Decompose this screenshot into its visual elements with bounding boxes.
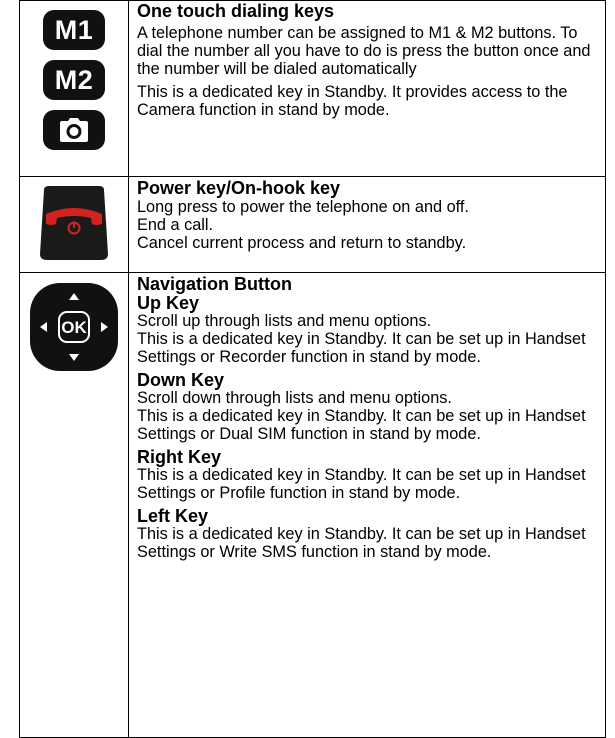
- ok-label: OK: [61, 318, 87, 337]
- section-title: One touch dialing keys: [137, 1, 335, 21]
- text-cell: Power key/On-hook key Long press to powe…: [128, 176, 606, 273]
- section-title: Power key/On-hook key: [137, 178, 341, 198]
- body-line: This is a dedicated key in Standby. It c…: [137, 525, 586, 561]
- body-line: Cancel current process and return to sta…: [137, 234, 467, 252]
- subsection-heading: Down Key: [137, 370, 225, 390]
- body-line: End a call.: [137, 216, 214, 234]
- row-power-key: Power key/On-hook key Long press to powe…: [19, 176, 606, 273]
- paragraph: This is a dedicated key in Standby. It p…: [137, 83, 568, 119]
- icon-cell: M1 M2: [19, 0, 129, 177]
- body-line: Scroll up through lists and menu options…: [137, 312, 432, 330]
- key-description-table: M1 M2 One touch dialing keys A telephone…: [19, 0, 606, 738]
- subsection-heading: Up Key: [137, 293, 200, 313]
- navigation-pad-icon: OK: [30, 283, 118, 371]
- m1-key-icon: M1: [43, 10, 105, 50]
- m2-key-icon: M2: [43, 60, 105, 100]
- subsection-heading: Right Key: [137, 447, 222, 467]
- icon-cell: [19, 176, 129, 273]
- body-line: Scroll down through lists and menu optio…: [137, 389, 452, 407]
- body-line: This is a dedicated key in Standby. It c…: [137, 407, 586, 443]
- row-one-touch-dialing: M1 M2 One touch dialing keys A telephone…: [19, 0, 606, 177]
- subsection-heading: Left Key: [137, 506, 209, 526]
- text-cell: Navigation Button Up Key Scroll up throu…: [128, 272, 606, 738]
- paragraph: A telephone number can be assigned to M1…: [137, 24, 591, 78]
- section-title: Navigation Button: [137, 274, 292, 294]
- body-line: This is a dedicated key in Standby. It c…: [137, 330, 586, 366]
- camera-icon: [43, 110, 105, 150]
- body-line: Long press to power the telephone on and…: [137, 198, 469, 216]
- body-line: This is a dedicated key in Standby. It c…: [137, 466, 586, 502]
- text-cell: One touch dialing keys A telephone numbe…: [128, 0, 606, 177]
- row-navigation-button: OK Navigation Button Up Key Scroll up th…: [19, 272, 606, 738]
- power-end-call-icon: [40, 186, 108, 260]
- icon-cell: OK: [19, 272, 129, 738]
